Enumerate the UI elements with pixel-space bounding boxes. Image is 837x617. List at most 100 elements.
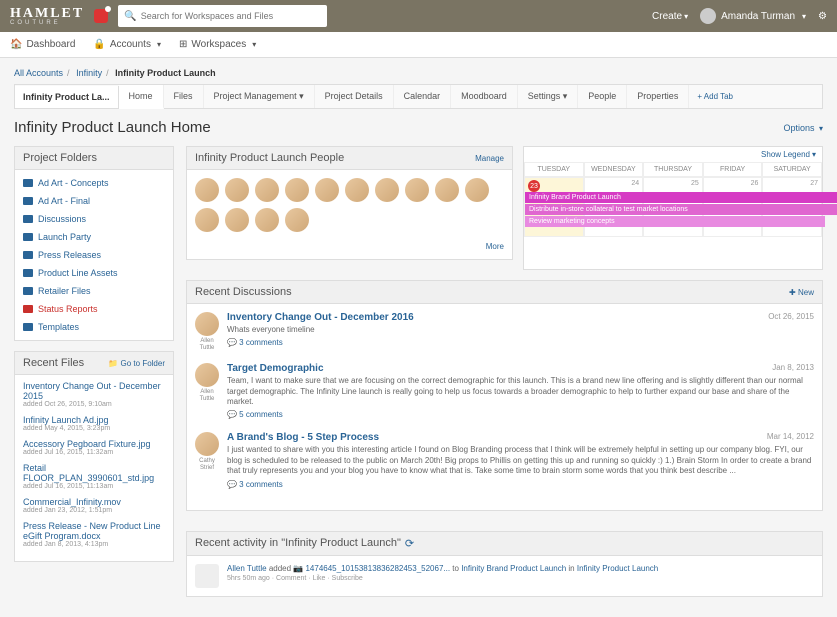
- discussion-avatar[interactable]: [195, 312, 219, 336]
- person-avatar[interactable]: [255, 208, 279, 232]
- discussion-comments[interactable]: 💬 3 comments: [227, 480, 283, 489]
- recent-file-link[interactable]: Press Release - New Product Line eGift P…: [23, 521, 165, 541]
- manage-link[interactable]: Manage: [475, 154, 504, 163]
- discussion-item: AllenTuttleOct 26, 2015Inventory Change …: [195, 312, 814, 351]
- go-to-folder[interactable]: 📁 Go to Folder: [108, 359, 165, 368]
- tab-calendar[interactable]: Calendar: [394, 85, 452, 108]
- gear-icon[interactable]: ⚙: [818, 11, 827, 22]
- person-avatar[interactable]: [375, 178, 399, 202]
- nav-workspaces[interactable]: ⊞Workspaces▾: [179, 39, 256, 50]
- create-link[interactable]: Create▾: [652, 11, 688, 22]
- tab-settings[interactable]: Settings ▾: [518, 85, 579, 108]
- person-avatar[interactable]: [405, 178, 429, 202]
- cal-day-header: WEDNESDAY: [584, 162, 644, 177]
- discussion-comments[interactable]: 💬 3 comments: [227, 338, 283, 347]
- recent-file-link[interactable]: Accessory Pegboard Fixture.jpg: [23, 439, 165, 449]
- crumb-account[interactable]: Infinity: [76, 68, 102, 78]
- recent-file-link[interactable]: Retail FLOOR_PLAN_3990601_std.jpg: [23, 463, 165, 483]
- discussions-header: Recent Discussions: [195, 286, 292, 298]
- notification-icon[interactable]: [94, 9, 108, 23]
- folder-item[interactable]: Status Reports: [15, 300, 173, 318]
- cal-cell[interactable]: 23Infinity Brand Product LaunchDistribut…: [524, 177, 584, 237]
- activity-ws2[interactable]: Infinity Product Launch: [577, 564, 658, 573]
- folder-icon: [23, 215, 33, 223]
- tab-project-details[interactable]: Project Details: [315, 85, 394, 108]
- tab-project-management[interactable]: Project Management ▾: [204, 85, 315, 108]
- discussion-title[interactable]: A Brand's Blog - 5 Step Process: [227, 432, 379, 443]
- more-people[interactable]: More: [195, 242, 504, 251]
- discussion-title[interactable]: Inventory Change Out - December 2016: [227, 312, 414, 323]
- activity-ws1[interactable]: Infinity Brand Product Launch: [461, 564, 566, 573]
- cal-event[interactable]: Distribute in-store collateral to test m…: [525, 204, 837, 215]
- recent-files-header: Recent Files 📁 Go to Folder: [15, 352, 173, 375]
- discussion-avatar[interactable]: [195, 363, 219, 387]
- person-avatar[interactable]: [225, 178, 249, 202]
- folder-icon: [23, 287, 33, 295]
- folder-item[interactable]: Templates: [15, 318, 173, 336]
- crumb-all[interactable]: All Accounts: [14, 68, 63, 78]
- recent-file-link[interactable]: Infinity Launch Ad.jpg: [23, 415, 165, 425]
- new-discussion[interactable]: ✚ New: [789, 288, 814, 297]
- tab-properties[interactable]: Properties: [627, 85, 689, 108]
- person-avatar[interactable]: [285, 178, 309, 202]
- person-avatar[interactable]: [195, 208, 219, 232]
- recent-file-meta: added Jul 16, 2015, 11:32am: [23, 449, 165, 456]
- folder-item[interactable]: Ad Art - Concepts: [15, 174, 173, 192]
- add-tab[interactable]: + Add Tab: [697, 92, 733, 101]
- folder-item[interactable]: Press Releases: [15, 246, 173, 264]
- avatar: [700, 8, 716, 24]
- person-avatar[interactable]: [315, 178, 339, 202]
- search-input[interactable]: [141, 11, 321, 21]
- folder-icon: [23, 233, 33, 241]
- cal-day-header: TUESDAY: [524, 162, 584, 177]
- tab-moodboard[interactable]: Moodboard: [451, 85, 518, 108]
- discussion-avatar[interactable]: [195, 432, 219, 456]
- recent-file-link[interactable]: Inventory Change Out - December 2015: [23, 381, 165, 401]
- recent-file-meta: added Jul 16, 2015, 11:13am: [23, 483, 165, 490]
- show-legend[interactable]: Show Legend: [761, 150, 810, 159]
- navbar: 🏠Dashboard 🔒Accounts▾ ⊞Workspaces▾: [0, 32, 837, 58]
- username: Amanda Turman: [721, 11, 795, 22]
- person-avatar[interactable]: [225, 208, 249, 232]
- tab-people[interactable]: People: [578, 85, 627, 108]
- refresh-icon[interactable]: ⟳: [405, 537, 414, 550]
- recent-file-link[interactable]: Commercial_Infinity.mov: [23, 497, 165, 507]
- tab-home[interactable]: Home: [119, 85, 164, 109]
- nav-dashboard[interactable]: 🏠Dashboard: [10, 39, 75, 50]
- folder-icon: [23, 269, 33, 277]
- folder-item[interactable]: Ad Art - Final: [15, 192, 173, 210]
- logo[interactable]: HAMLET COUTURE: [10, 6, 84, 26]
- folder-item[interactable]: Product Line Assets: [15, 264, 173, 282]
- user-menu[interactable]: Amanda Turman ▾: [700, 8, 806, 24]
- person-avatar[interactable]: [285, 208, 309, 232]
- folder-item[interactable]: Discussions: [15, 210, 173, 228]
- discussion-title[interactable]: Target Demographic: [227, 363, 324, 374]
- tabs: Infinity Product La... HomeFilesProject …: [14, 84, 823, 109]
- activity-file[interactable]: 1474645_10153813836282453_52067...: [305, 564, 450, 573]
- discussion-date: Jan 8, 2013: [772, 363, 814, 372]
- person-avatar[interactable]: [465, 178, 489, 202]
- person-avatar[interactable]: [435, 178, 459, 202]
- person-avatar[interactable]: [195, 178, 219, 202]
- recent-files-panel: Recent Files 📁 Go to Folder Inventory Ch…: [14, 351, 174, 562]
- options-link[interactable]: Options ▾: [783, 123, 823, 133]
- discussion-text: Whats everyone timeline: [227, 325, 814, 335]
- person-avatar[interactable]: [255, 178, 279, 202]
- activity-user[interactable]: Allen Tuttle: [227, 564, 267, 573]
- accounts-icon: 🔒: [93, 39, 105, 50]
- discussion-item: AllenTuttleJan 8, 2013Target Demographic…: [195, 363, 814, 420]
- cal-event[interactable]: Review marketing concepts: [525, 216, 825, 227]
- recent-file-meta: added Jan 8, 2013, 4:13pm: [23, 541, 165, 548]
- activity-panel: Recent activity in "Infinity Product Lau…: [186, 531, 823, 597]
- search-box[interactable]: 🔍: [118, 5, 326, 27]
- folder-item[interactable]: Retailer Files: [15, 282, 173, 300]
- people-header: Infinity Product Launch People: [195, 152, 344, 164]
- discussion-comments[interactable]: 💬 5 comments: [227, 410, 283, 419]
- nav-accounts[interactable]: 🔒Accounts▾: [93, 39, 161, 50]
- person-avatar[interactable]: [345, 178, 369, 202]
- activity-meta[interactable]: 5hrs 50m ago · Comment · Like · Subscrib…: [227, 575, 658, 582]
- tab-files[interactable]: Files: [164, 85, 204, 108]
- cal-event[interactable]: Infinity Brand Product Launch: [525, 192, 837, 203]
- folder-item[interactable]: Launch Party: [15, 228, 173, 246]
- crumb-current: Infinity Product Launch: [115, 68, 216, 78]
